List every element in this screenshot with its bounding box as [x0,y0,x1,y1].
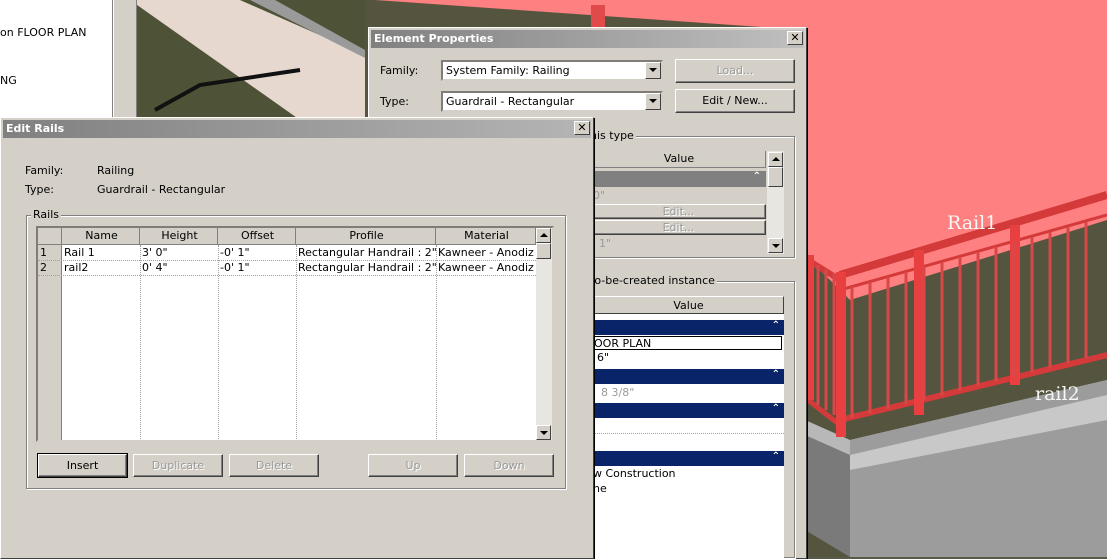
rails-group-legend: Rails [31,208,61,221]
rails-scrollbar[interactable] [536,228,552,440]
collapse-icon[interactable]: ⌃ [772,403,780,414]
element-properties-close-button[interactable]: ✕ [787,31,803,45]
row-number[interactable]: 1 [38,246,62,260]
instance-row-value[interactable]: w Construction [591,467,784,481]
edit-rails-close-button[interactable]: ✕ [574,121,590,135]
type-edit-button[interactable]: Edit... [591,220,766,235]
type-parameters-legend: his type [588,129,636,142]
instance-group-band[interactable]: ⌃ [591,320,784,335]
instance-group-band[interactable]: ⌃ [591,451,784,466]
duplicate-button[interactable]: Duplicate [133,454,223,477]
rail-material-cell[interactable]: Kawneer - Anodiz [436,261,536,275]
project-browser[interactable]: on FLOOR PLAN NG [0,0,113,120]
instance-value-header: Value [591,296,784,314]
column-header-height[interactable]: Height [140,228,218,245]
browser-item-floor-plan[interactable]: on FLOOR PLAN [0,26,87,39]
browser-item-ng[interactable]: NG [0,74,17,87]
instance-parameters-legend: to-be-created instance [588,274,717,287]
type-dropdown-value: Guardrail - Rectangular [446,95,575,108]
rails-type-label: Type: [25,183,54,196]
instance-group-band[interactable]: ⌃ [591,403,784,418]
type-value-header: Value [591,151,766,168]
rails-family-value: Railing [97,164,135,177]
column-header-offset[interactable]: Offset [218,228,296,245]
rail-offset-cell[interactable]: -0' 1" [218,261,296,275]
family-dropdown[interactable]: System Family: Railing [441,60,663,81]
instance-row-value[interactable]: OOR PLAN [591,336,782,350]
element-properties-titlebar[interactable]: Element Properties [371,30,804,48]
type-row-value[interactable]: 0" [591,189,766,203]
edit-rails-titlebar[interactable]: Edit Rails [3,120,591,138]
instance-row-value[interactable]: 8 3/8" [591,386,784,400]
rail2-label: rail2 [1035,383,1080,405]
rail-profile-cell[interactable]: Rectangular Handrail : 2" [296,246,436,260]
edit-rails-dialog: Edit Rails ✕ Family: Railing Type: Guard… [0,117,594,559]
scroll-down-icon[interactable] [768,238,783,253]
instance-parameters-grid[interactable]: Value ⌃ OOR PLAN 6" ⌃ 8 3/8" ⌃ ⌃ w Const… [591,296,784,558]
type-group-band[interactable]: ⌃ [591,171,766,187]
instance-row-value[interactable]: ne [591,482,784,496]
scroll-up-icon[interactable] [536,228,551,243]
instance-row-value[interactable]: 6" [591,351,784,365]
row-divider [591,433,784,434]
scroll-up-icon[interactable] [768,152,783,167]
type-row-value[interactable]: 1" [591,237,766,251]
collapse-icon[interactable]: ⌃ [753,171,761,182]
rail-name-cell[interactable]: Rail 1 [62,246,140,260]
type-dropdown[interactable]: Guardrail - Rectangular [441,91,663,112]
load-button[interactable]: Load... [675,59,795,83]
edit-new-button[interactable]: Edit / New... [675,89,795,113]
family-dropdown-value: System Family: Railing [446,64,570,77]
rail1-label: Rail1 [947,212,998,234]
type-scrollbar[interactable] [767,151,784,254]
column-header-profile[interactable]: Profile [296,228,436,245]
browser-scroll-gutter [113,0,137,120]
type-label: Type: [380,95,409,108]
rail-offset-cell[interactable]: -0' 1" [218,246,296,260]
collapse-icon[interactable]: ⌃ [772,451,780,462]
scroll-thumb[interactable] [768,167,783,187]
insert-button[interactable]: Insert [37,453,128,478]
rail-height-cell[interactable]: 3' 0" [140,246,218,260]
chevron-down-icon[interactable] [645,62,661,79]
up-button[interactable]: Up [368,454,458,477]
rail-profile-cell[interactable]: Rectangular Handrail : 2" [296,261,436,275]
instance-group-band[interactable]: ⌃ [591,369,784,384]
column-header-name[interactable]: Name [62,228,140,245]
scroll-thumb[interactable] [536,243,551,259]
rail-material-cell[interactable]: Kawneer - Anodiz [436,246,536,260]
chevron-down-icon[interactable] [645,93,661,110]
scroll-down-icon[interactable] [536,425,551,440]
rail-height-cell[interactable]: 0' 4" [140,261,218,275]
column-header-material[interactable]: Material [436,228,536,245]
delete-button[interactable]: Delete [229,454,319,477]
down-button[interactable]: Down [464,454,554,477]
row-number[interactable]: 2 [38,261,62,275]
rails-family-label: Family: [25,164,64,177]
type-parameters-grid[interactable]: Value ⌃ 0" Edit... Edit... 1" [591,151,786,254]
rails-table[interactable]: Name Height Offset Profile Material 1 Ra… [36,226,554,442]
rail-name-cell[interactable]: rail2 [62,261,140,275]
family-label: Family: [380,64,419,77]
row-number-header [38,228,62,245]
collapse-icon[interactable]: ⌃ [772,320,780,331]
row-divider [38,260,536,261]
collapse-icon[interactable]: ⌃ [772,369,780,380]
type-edit-button[interactable]: Edit... [591,204,766,219]
row-divider [38,275,536,276]
rails-type-value: Guardrail - Rectangular [97,183,226,196]
